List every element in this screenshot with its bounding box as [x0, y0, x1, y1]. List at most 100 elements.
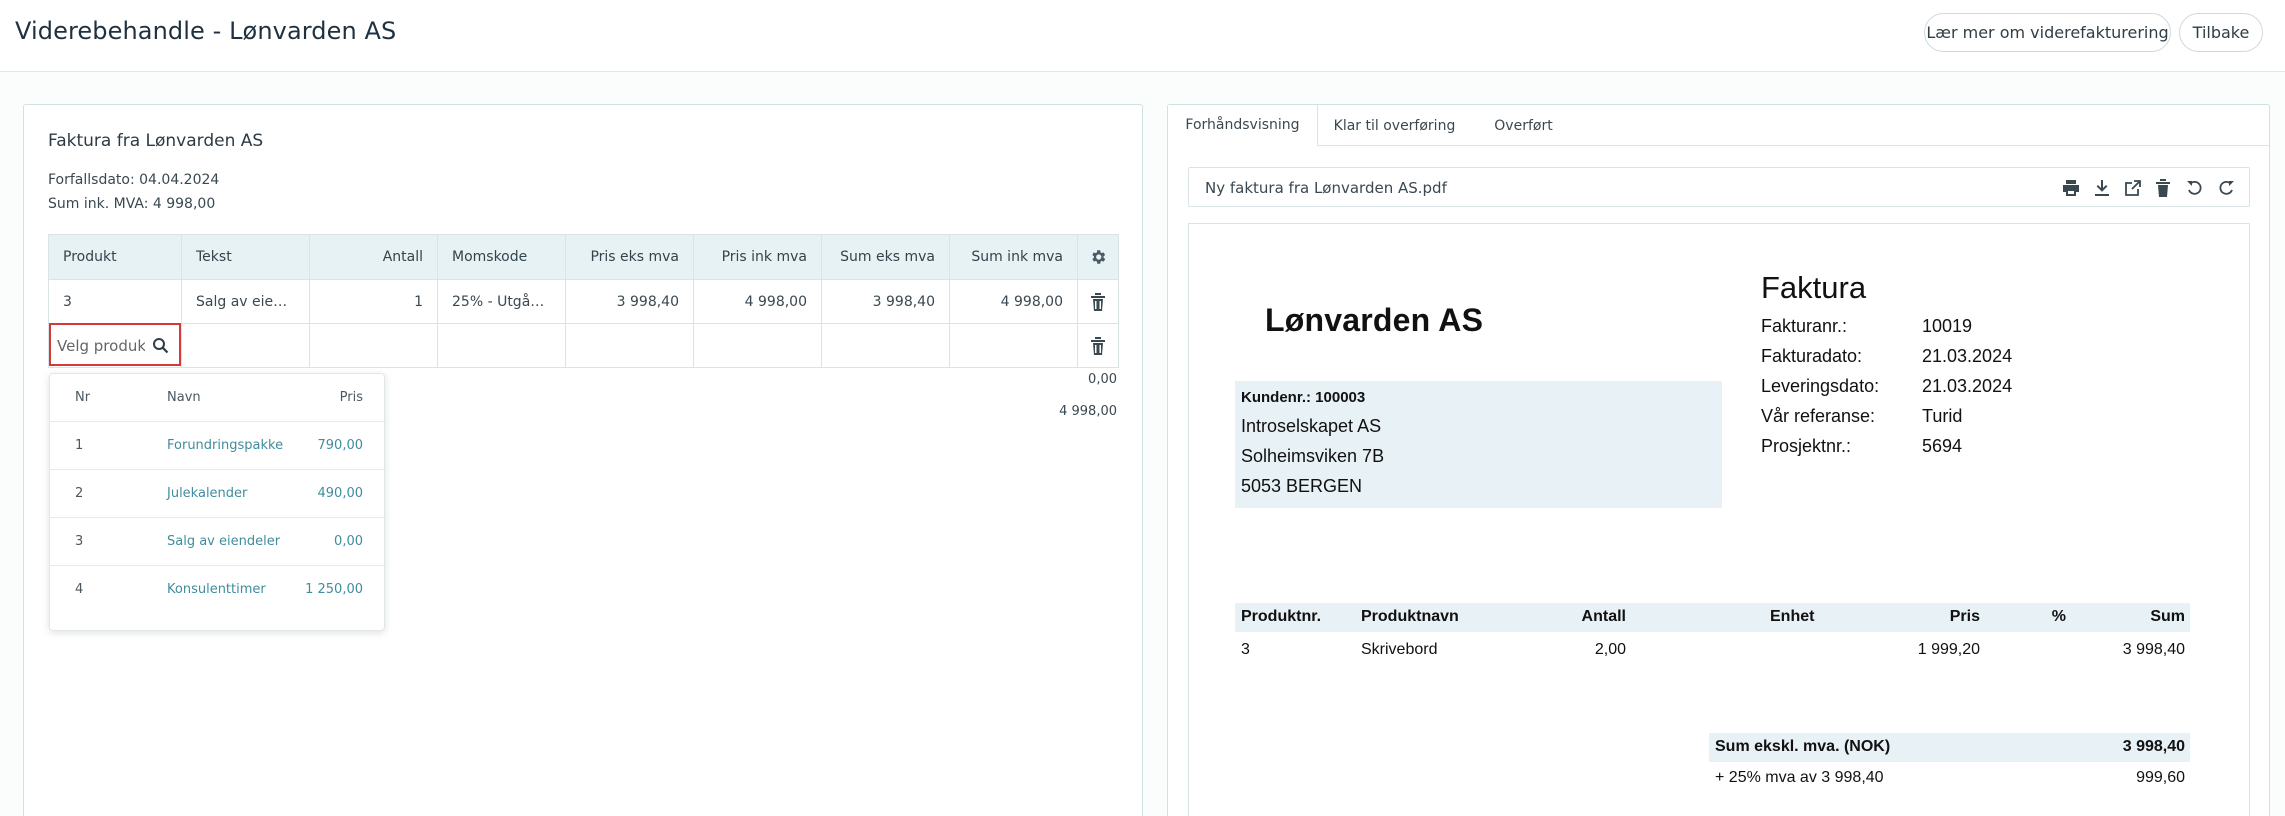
- pdf-field-label: Vår referanse:: [1761, 406, 1876, 426]
- learn-more-button[interactable]: Lær mer om viderefakturering: [1924, 13, 2171, 52]
- pdf-field-value: 5694: [1922, 436, 1963, 456]
- rotate-right-icon[interactable]: [2217, 179, 2235, 197]
- col-sum-ink: Sum ink mva: [949, 234, 1078, 280]
- col-antall: Antall: [309, 234, 438, 280]
- due-date: Forfallsdato: 04.04.2024: [48, 172, 220, 188]
- pdf-header-sum: Sum: [2150, 608, 2185, 625]
- pdf-customer-block: Kundenr.: 100003 Introselskapet AS Solhe…: [1235, 381, 1722, 508]
- total-sum: 4 998,00: [1059, 404, 1117, 419]
- product-search-field[interactable]: [49, 323, 181, 366]
- cell-momskode-new[interactable]: [437, 323, 566, 368]
- pdf-line-sum: 3 998,40: [2122, 641, 2185, 658]
- delete-new-row-button[interactable]: [1077, 323, 1119, 368]
- pdf-field-value: Turid: [1922, 406, 1963, 426]
- pdf-sum-excl-value: 3 998,40: [2122, 738, 2185, 755]
- cell-pris-ink-new[interactable]: [693, 323, 822, 368]
- pdf-field-value: 21.03.2024: [1922, 376, 2013, 396]
- col-sum-eks: Sum eks mva: [821, 234, 950, 280]
- pdf-customer-street: Solheimsviken 7B: [1241, 446, 1385, 466]
- pdf-preview: Lønvarden AS Faktura Fakturanr.: 10019 F…: [1188, 223, 2250, 816]
- col-produkt: Produkt: [48, 234, 182, 280]
- pdf-header-pris: Pris: [1949, 608, 1980, 625]
- pdf-doc-title: Faktura: [1761, 270, 1867, 305]
- tab-klar-til-overforing[interactable]: Klar til overføring: [1318, 105, 1471, 146]
- option-navn: Julekalender: [167, 486, 248, 501]
- product-search-input[interactable]: [57, 335, 145, 357]
- option-pris: 0,00: [334, 534, 363, 549]
- file-name: Ny faktura fra Lønvarden AS.pdf: [1205, 179, 1447, 197]
- preview-tabs: Forhåndsvisning Klar til overføring Over…: [1168, 105, 2269, 146]
- table-row[interactable]: 3 Salg av eiendeler 1 25% - Utgående 3 9…: [48, 279, 1119, 324]
- print-icon[interactable]: [2062, 179, 2080, 197]
- cell-momskode[interactable]: 25% - Utgående: [437, 279, 566, 324]
- pdf-customer-number: Kundenr.: 100003: [1241, 389, 1366, 406]
- gear-icon: [1092, 250, 1106, 264]
- dropdown-option[interactable]: 1 Forundringspakke 790,00: [50, 422, 386, 470]
- page-title: Viderebehandle - Lønvarden AS: [15, 17, 397, 45]
- dropdown-option[interactable]: 4 Konsulenttimer 1 250,00: [50, 566, 386, 614]
- cell-tekst[interactable]: Salg av eiendeler: [181, 279, 310, 324]
- pdf-vat-row: + 25% mva av 3 998,40 999,60: [1709, 764, 2190, 790]
- product-dropdown: Nr Navn Pris 1 Forundringspakke 790,00 2…: [49, 373, 386, 631]
- pdf-vat-label: + 25% mva av 3 998,40: [1715, 769, 1884, 786]
- option-nr: 3: [75, 534, 84, 549]
- pdf-customer-city: 5053 BERGEN: [1241, 476, 1363, 496]
- cell-pris-eks[interactable]: 3 998,40: [565, 279, 694, 324]
- table-header-row: Produkt Tekst Antall Momskode Pris eks m…: [48, 234, 1119, 280]
- rotate-left-icon[interactable]: [2186, 179, 2204, 197]
- column-settings-button[interactable]: [1077, 234, 1119, 280]
- option-pris: 790,00: [317, 438, 364, 453]
- pdf-customer-name: Introselskapet AS: [1241, 416, 1382, 436]
- cell-sum-ink[interactable]: 4 998,00: [949, 279, 1078, 324]
- dropdown-header: Nr Navn Pris: [50, 374, 386, 422]
- pdf-header-antall: Antall: [1581, 608, 1626, 625]
- back-button[interactable]: Tilbake: [2179, 13, 2263, 52]
- dropdown-option[interactable]: 2 Julekalender 490,00: [50, 470, 386, 518]
- col-momskode: Momskode: [437, 234, 566, 280]
- invoice-panel: Faktura fra Lønvarden AS Forfallsdato: 0…: [23, 104, 1143, 816]
- cell-sum-eks-new[interactable]: [821, 323, 950, 368]
- cell-antall[interactable]: 1: [309, 279, 438, 324]
- cell-tekst-new[interactable]: [181, 323, 310, 368]
- trash-icon[interactable]: [2155, 179, 2173, 197]
- option-navn: Salg av eiendeler: [167, 534, 281, 549]
- pdf-field-value: 10019: [1922, 316, 1973, 336]
- preview-panel: Forhåndsvisning Klar til overføring Over…: [1167, 104, 2270, 816]
- col-pris-ink: Pris ink mva: [693, 234, 822, 280]
- pdf-sum-excl-row: Sum ekskl. mva. (NOK) 3 998,40: [1709, 733, 2190, 762]
- dropdown-option[interactable]: 3 Salg av eiendeler 0,00: [50, 518, 386, 566]
- option-nr: 1: [75, 438, 84, 453]
- pdf-header-navn: Produktnavn: [1361, 608, 1459, 625]
- pdf-line-navn: Skrivebord: [1361, 641, 1438, 658]
- pdf-header-enhet: Enhet: [1770, 608, 1815, 625]
- cell-pris-ink[interactable]: 4 998,00: [693, 279, 822, 324]
- download-icon[interactable]: [2093, 179, 2111, 197]
- table-row-new[interactable]: [48, 323, 1119, 368]
- option-navn: Forundringspakke: [167, 438, 284, 453]
- pdf-line-row: 3 Skrivebord 2,00 1 999,20 3 998,40: [1235, 636, 2190, 660]
- top-bar: Viderebehandle - Lønvarden AS Lær mer om…: [0, 0, 2285, 72]
- pdf-line-pris: 1 999,20: [1917, 641, 1980, 658]
- pdf-field-label: Prosjektnr.:: [1761, 436, 1852, 456]
- tab-forhandsvisning[interactable]: Forhåndsvisning: [1168, 105, 1318, 146]
- pdf-company-name: Lønvarden AS: [1265, 302, 1484, 338]
- search-icon[interactable]: [152, 337, 169, 354]
- col-tekst: Tekst: [181, 234, 310, 280]
- cell-sum-eks[interactable]: 3 998,40: [821, 279, 950, 324]
- option-pris: 1 250,00: [305, 582, 363, 597]
- pdf-line-antall: 2,00: [1594, 641, 1626, 658]
- tab-overfort[interactable]: Overført: [1471, 105, 1576, 146]
- invoice-lines-table: Produkt Tekst Antall Momskode Pris eks m…: [48, 234, 1119, 368]
- cell-antall-new[interactable]: [309, 323, 438, 368]
- open-external-icon[interactable]: [2124, 179, 2142, 197]
- file-bar: Ny faktura fra Lønvarden AS.pdf: [1188, 167, 2250, 207]
- delete-row-button[interactable]: [1077, 279, 1119, 324]
- option-nr: 2: [75, 486, 84, 501]
- cell-pris-eks-new[interactable]: [565, 323, 694, 368]
- dropdown-header-nr: Nr: [75, 390, 91, 405]
- pdf-field-label: Fakturanr.:: [1761, 316, 1848, 336]
- pdf-field-value: 21.03.2024: [1922, 346, 2013, 366]
- trash-icon: [1091, 292, 1105, 311]
- cell-sum-ink-new[interactable]: [949, 323, 1078, 368]
- cell-produkt[interactable]: 3: [48, 279, 182, 324]
